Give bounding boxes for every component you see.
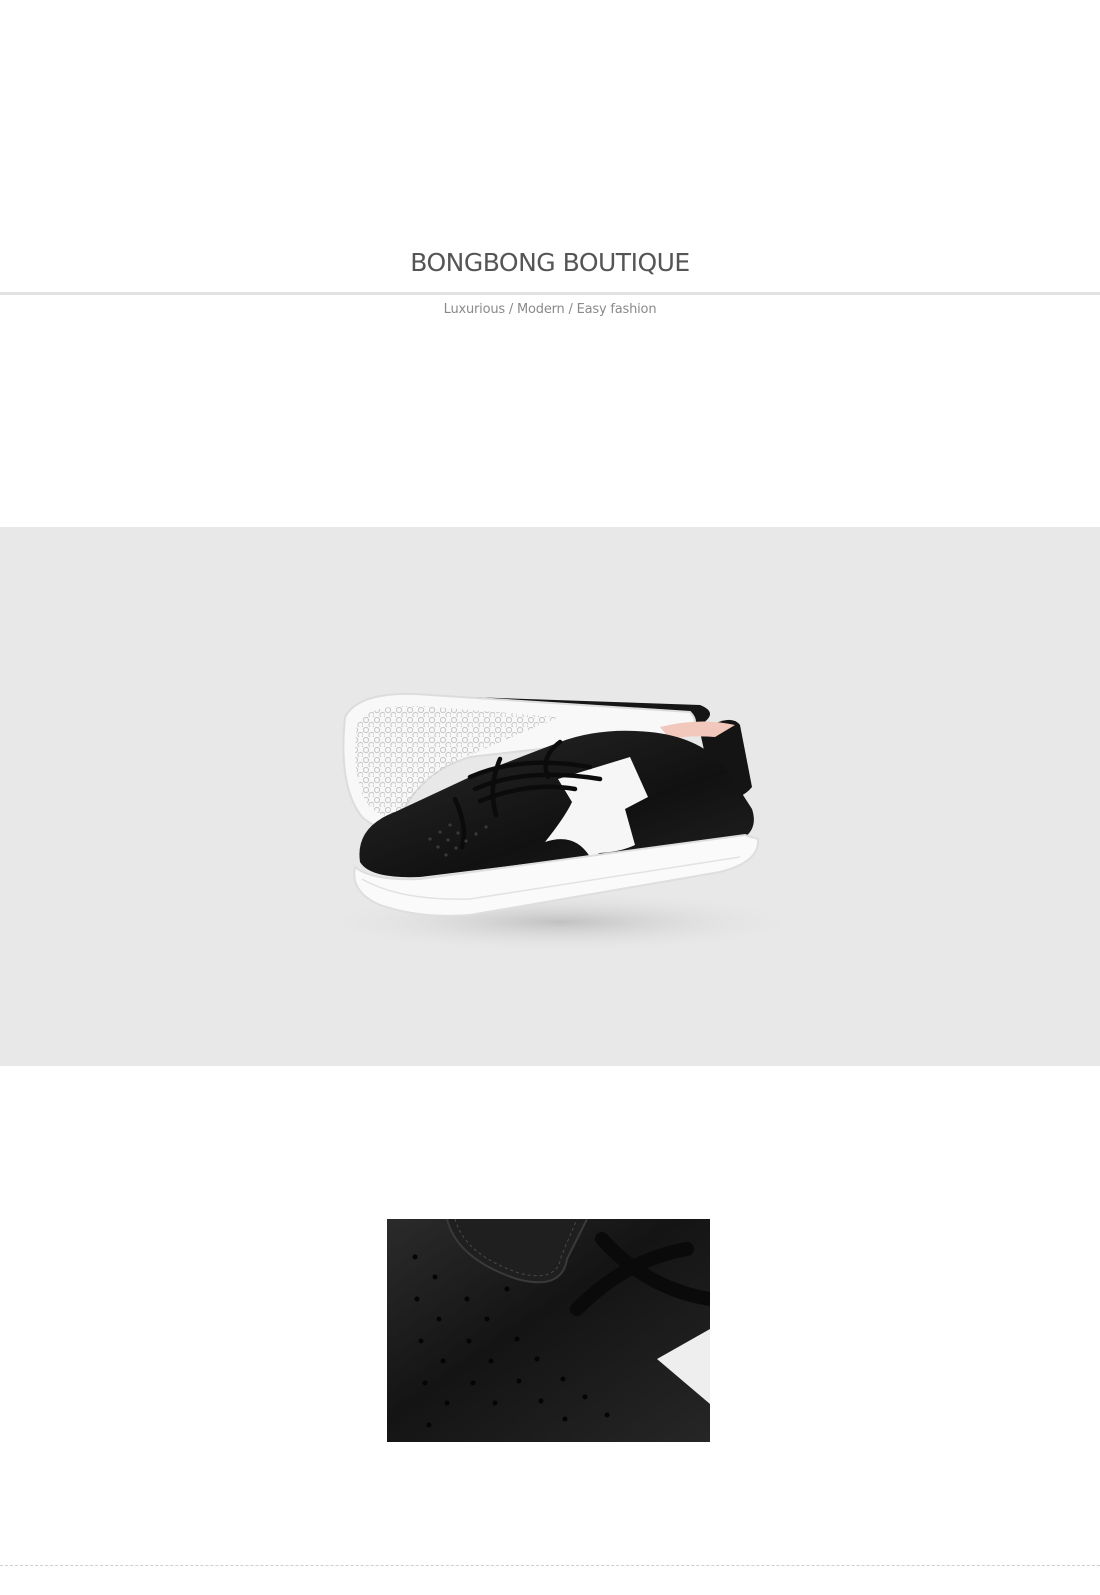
header-divider — [0, 292, 1100, 295]
hero-product-image — [0, 527, 1100, 1066]
detail-closeup-image — [387, 1219, 710, 1442]
brand-tagline: Luxurious / Modern / Easy fashion — [443, 302, 657, 317]
brand-title: BONGBONG BOUTIQUE — [410, 248, 690, 277]
footer-divider — [0, 1565, 1100, 1566]
